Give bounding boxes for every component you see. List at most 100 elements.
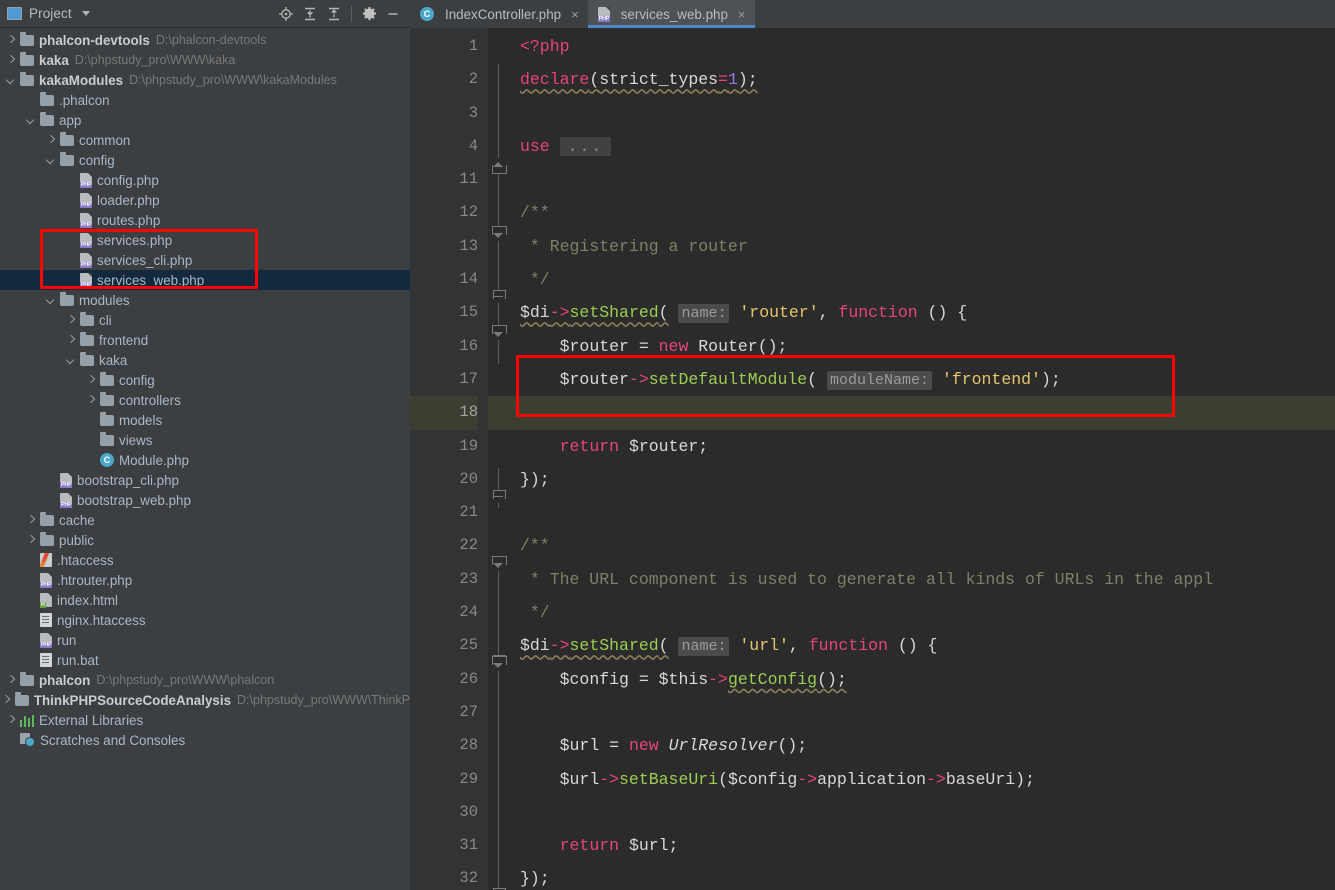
project-tree[interactable]: phalcon-devtools D:\phalcon-devtools kaka D… <box>0 28 410 890</box>
tree-chevron-down-icon[interactable] <box>46 295 57 306</box>
tree-item-config[interactable]: config <box>0 370 410 390</box>
code-line-24[interactable]: */ <box>510 596 1335 629</box>
tree-chevron-right-icon[interactable] <box>86 395 97 406</box>
code-line-14[interactable]: */ <box>510 263 1335 296</box>
tree-item-common[interactable]: common <box>0 130 410 150</box>
collapse-all-icon[interactable] <box>323 3 345 25</box>
code-line-22[interactable]: /** <box>510 529 1335 562</box>
tree-item-cache[interactable]: cache <box>0 510 410 530</box>
code-line-20[interactable]: }); <box>510 463 1335 496</box>
tree-item-app[interactable]: app <box>0 110 410 130</box>
tree-item-nginx.htaccess[interactable]: nginx.htaccess <box>0 610 410 630</box>
tree-item-thinkphpsourcecodeanalysis[interactable]: ThinkPHPSourceCodeAnalysis D:\phpstudy_pr… <box>0 690 410 710</box>
editor-tab-services_web-php[interactable]: PHP services_web.php × <box>587 0 755 28</box>
code-line-27[interactable] <box>510 696 1335 729</box>
tree-item-bootstrap_web.php[interactable]: PHP bootstrap_web.php <box>0 490 410 510</box>
editor-tab-indexcontroller-php[interactable]: C IndexController.php × <box>410 0 588 28</box>
tree-item-cli[interactable]: cli <box>0 310 410 330</box>
code-line-19[interactable]: return $router; <box>510 430 1335 463</box>
code-line-21[interactable] <box>510 496 1335 529</box>
code-folding-gutter[interactable] <box>488 28 510 890</box>
chevron-down-icon[interactable] <box>81 11 90 16</box>
code-line-26[interactable]: $config = $this->getConfig(); <box>510 663 1335 696</box>
tree-item-label: kaka <box>39 52 69 68</box>
tree-chevron-down-icon[interactable] <box>46 155 57 166</box>
line-number: 27 <box>459 702 478 721</box>
settings-gear-icon[interactable] <box>358 3 380 25</box>
tree-chevron-down-icon[interactable] <box>6 75 17 86</box>
code-line-29[interactable]: $url->setBaseUri($config->application->b… <box>510 763 1335 796</box>
tree-item-services_web.php[interactable]: PHP services_web.php <box>0 270 410 290</box>
code-line-15[interactable]: $di->setShared( name: 'router', function… <box>510 296 1335 329</box>
code-line-23[interactable]: * The URL component is used to generate … <box>510 563 1335 596</box>
code-line-30[interactable] <box>510 796 1335 829</box>
tree-item-views[interactable]: views <box>0 430 410 450</box>
tree-item-bootstrap_cli.php[interactable]: PHP bootstrap_cli.php <box>0 470 410 490</box>
tree-item-kaka[interactable]: kaka D:\phpstudy_pro\WWW\kaka <box>0 50 410 70</box>
tree-item-kakamodules[interactable]: kakaModules D:\phpstudy_pro\WWW\kakaModul… <box>0 70 410 90</box>
tree-item-routes.php[interactable]: PHP routes.php <box>0 210 410 230</box>
code-line-32[interactable]: }); <box>510 862 1335 890</box>
tree-chevron-right-icon[interactable] <box>6 55 17 66</box>
expand-all-icon[interactable] <box>299 3 321 25</box>
code-line-17[interactable]: $router->setDefaultModule( moduleName: '… <box>510 363 1335 396</box>
tree-item-frontend[interactable]: frontend <box>0 330 410 350</box>
code-line-1[interactable]: <?php <box>510 30 1335 63</box>
close-icon[interactable]: × <box>571 7 579 22</box>
tree-chevron-right-icon[interactable] <box>6 715 17 726</box>
tree-chevron-right-icon[interactable] <box>46 135 57 146</box>
tree-item-index.html[interactable]: Hindex.html <box>0 590 410 610</box>
tree-item-phalcon[interactable]: phalcon D:\phpstudy_pro\WWW\phalcon <box>0 670 410 690</box>
tree-item-config[interactable]: config <box>0 150 410 170</box>
code-content[interactable]: <?php declare(strict_types=1); use .../** … <box>510 28 1335 890</box>
code-line-16[interactable]: $router = new Router(); <box>510 330 1335 363</box>
tree-chevron-right-icon[interactable] <box>86 375 97 386</box>
tree-chevron-right-icon[interactable] <box>26 515 37 526</box>
code-line-3[interactable] <box>510 97 1335 130</box>
tree-item-services.php[interactable]: PHP services.php <box>0 230 410 250</box>
tree-item-run[interactable]: PHP run <box>0 630 410 650</box>
tree-chevron-down-icon[interactable] <box>66 355 77 366</box>
code-line-28[interactable]: $url = new UrlResolver(); <box>510 729 1335 762</box>
tree-item-models[interactable]: models <box>0 410 410 430</box>
minimize-icon[interactable] <box>382 3 404 25</box>
tree-item-config.php[interactable]: PHP config.php <box>0 170 410 190</box>
tree-item-phalcon-devtools[interactable]: phalcon-devtools D:\phalcon-devtools <box>0 30 410 50</box>
tree-item-.phalcon[interactable]: .phalcon <box>0 90 410 110</box>
close-icon[interactable]: × <box>738 7 746 22</box>
tree-item-module.php[interactable]: C Module.php <box>0 450 410 470</box>
tree-item-external-libraries[interactable]: External Libraries <box>0 710 410 730</box>
tree-item-controllers[interactable]: controllers <box>0 390 410 410</box>
tree-item-loader.php[interactable]: PHP loader.php <box>0 190 410 210</box>
tree-chevron-right-icon[interactable] <box>26 535 37 546</box>
tree-chevron-right-icon[interactable] <box>6 675 17 686</box>
fold-row <box>488 862 510 890</box>
project-title-group[interactable]: Project <box>7 6 90 21</box>
code-line-4[interactable]: use ... <box>510 130 1335 163</box>
tree-item-.htaccess[interactable]: .htaccess <box>0 550 410 570</box>
tree-chevron-right-icon[interactable] <box>6 35 17 46</box>
tree-item-kaka[interactable]: kaka <box>0 350 410 370</box>
tree-item-services_cli.php[interactable]: PHP services_cli.php <box>0 250 410 270</box>
tree-chevron-right-icon[interactable] <box>1 695 12 706</box>
tree-chevron-right-icon[interactable] <box>66 315 77 326</box>
tree-item-scratches-and-consoles[interactable]: Scratches and Consoles <box>0 730 410 750</box>
tree-chevron-down-icon[interactable] <box>26 115 37 126</box>
tree-item-.htrouter.php[interactable]: PHP .htrouter.php <box>0 570 410 590</box>
locate-target-icon[interactable] <box>275 3 297 25</box>
code-area[interactable]: 1 2 3 4 11 12 13 14 15 16 17 18 19 20 21 22 23 24 25 26 27 28… <box>410 28 1335 890</box>
tree-item-label: phalcon-devtools <box>39 32 150 48</box>
tree-chevron-right-icon[interactable] <box>66 335 77 346</box>
code-line-31[interactable]: return $url; <box>510 829 1335 862</box>
tree-item-public[interactable]: public <box>0 530 410 550</box>
code-line-13[interactable]: * Registering a router <box>510 230 1335 263</box>
code-line-12[interactable]: /** <box>510 196 1335 229</box>
code-line-25[interactable]: $di->setShared( name: 'url', function ()… <box>510 629 1335 662</box>
editor-tabbar[interactable]: C IndexController.php × PHP services_web.php… <box>410 0 1335 28</box>
tree-item-run.bat[interactable]: run.bat <box>0 650 410 670</box>
code-line-11[interactable] <box>510 163 1335 196</box>
tree-item-modules[interactable]: modules <box>0 290 410 310</box>
php-file-icon: PHP <box>80 273 93 288</box>
code-line-18[interactable] <box>510 396 1335 430</box>
code-line-2[interactable]: declare(strict_types=1); <box>510 63 1335 96</box>
